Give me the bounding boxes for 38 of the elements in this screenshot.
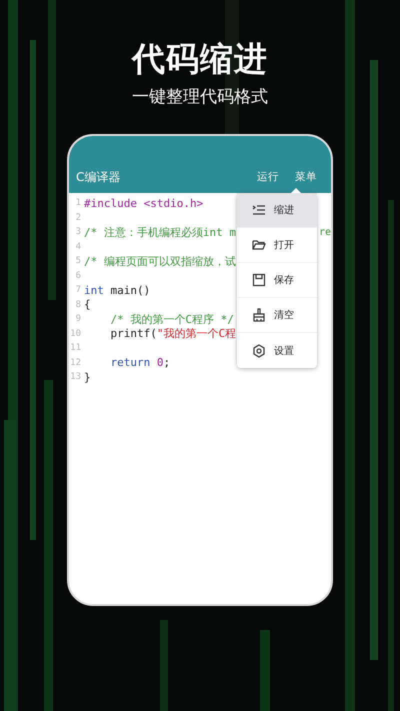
line-number: 7 — [74, 285, 81, 296]
menu-item[interactable]: 保存 — [237, 263, 317, 298]
subtitle: 一键整理代码格式 — [132, 86, 268, 109]
app-title: C编译器 — [76, 169, 120, 185]
code-line: /* 我的第一个C程序 */ — [109, 312, 234, 327]
line-number: 13 — [69, 372, 81, 382]
code-line: /* 注意：手机编程必须int m — [84, 224, 236, 240]
brush-icon — [252, 308, 266, 322]
menu-pointer — [291, 188, 301, 193]
menu-item[interactable]: 打开 — [237, 228, 317, 263]
line-number: 11 — [69, 343, 81, 354]
menu-item[interactable]: 设置 — [237, 333, 317, 368]
toolbar-button[interactable]: 菜单 — [289, 169, 323, 185]
code-line: printf("我的第一个C程 — [109, 326, 236, 342]
line-number: 9 — [74, 314, 81, 324]
toolbar-button[interactable]: 运行 — [251, 169, 285, 185]
indent-icon — [252, 203, 266, 217]
line-number: 3 — [74, 227, 81, 238]
menu-item[interactable]: 缩进 — [237, 193, 317, 228]
menu-item[interactable]: 清空 — [237, 298, 317, 333]
line-number: 8 — [74, 300, 81, 310]
folder-icon — [252, 238, 266, 252]
code-line: return 0; — [109, 356, 170, 370]
line-number: 10 — [69, 328, 81, 339]
line-number: 1 — [74, 198, 81, 208]
code-line: { — [84, 298, 91, 312]
settings-icon — [252, 344, 266, 358]
code-line: #include <stdio.h> — [84, 196, 204, 210]
line-number: 6 — [74, 270, 81, 281]
code-line: /* 编程页面可以双指缩放，试 — [84, 254, 236, 269]
line-number: 4 — [74, 242, 81, 252]
code-fragment: re — [318, 226, 331, 238]
code-line: } — [84, 370, 91, 384]
code-line: int main() — [84, 284, 150, 297]
line-number: 5 — [74, 256, 81, 266]
headline: 代码缩进 — [132, 38, 268, 80]
line-number: 12 — [69, 358, 81, 368]
line-number: 2 — [74, 212, 81, 223]
